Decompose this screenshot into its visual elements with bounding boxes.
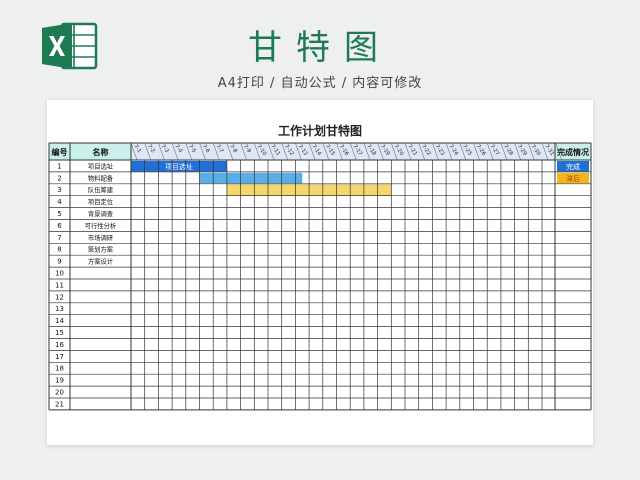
row-number: 11 xyxy=(55,281,64,289)
status-text: 滞后 xyxy=(566,174,580,183)
header-name: 名称 xyxy=(93,147,109,157)
row-name: 方案设计 xyxy=(88,257,114,266)
row-number: 19 xyxy=(55,377,64,385)
row-number: 3 xyxy=(57,186,61,194)
row-number: 6 xyxy=(57,222,62,230)
header-no: 编号 xyxy=(52,147,68,157)
row-number: 21 xyxy=(55,400,64,408)
gantt-grid: 编号 名称 完成情况7-1 7-2 7-3 7-4 7-5 7-6 7-7 7-8 7-9 7-10 7… xyxy=(48,142,592,411)
row-number: 7 xyxy=(57,234,61,242)
row-number: 13 xyxy=(55,305,64,313)
row-number: 1 xyxy=(57,162,61,170)
row-name: 可行性分析 xyxy=(85,221,117,230)
row-name: 背景调查 xyxy=(88,209,114,218)
row-name: 项目定位 xyxy=(88,197,114,206)
row-name: 队伍筹建 xyxy=(88,185,114,194)
row-number: 8 xyxy=(57,246,61,254)
row-name: 物料配备 xyxy=(88,173,114,182)
row-name: 项目选址 xyxy=(88,161,114,170)
row-number: 15 xyxy=(55,329,64,337)
status-text: 完成 xyxy=(566,162,580,171)
row-number: 20 xyxy=(55,389,64,397)
row-number: 10 xyxy=(55,270,64,278)
header-status: 完成情况 xyxy=(557,147,589,157)
row-name: 策划方案 xyxy=(88,245,114,254)
page-title: 甘特图 xyxy=(248,28,392,68)
spreadsheet-sheet: 工作计划甘特图 编号 名称 完成情况 7-1 7-2 7-3 7-4 7-5 7-6 7-7 7-8… xyxy=(47,100,593,445)
row-number: 12 xyxy=(55,293,64,301)
row-number: 5 xyxy=(57,210,61,218)
gantt-bar-label: 项目选址 xyxy=(165,162,193,171)
row-number: 14 xyxy=(55,317,64,325)
row-name: 市场调研 xyxy=(88,233,114,242)
row-number: 9 xyxy=(57,258,61,266)
gantt-bar xyxy=(199,172,303,184)
row-number: 16 xyxy=(55,341,64,349)
row-number: 18 xyxy=(55,365,64,373)
row-number: 4 xyxy=(57,198,62,206)
row-number: 2 xyxy=(57,174,61,182)
page-subtitle: A4打印 / 自动公式 / 内容可修改 xyxy=(217,76,423,91)
row-number: 17 xyxy=(55,353,64,361)
